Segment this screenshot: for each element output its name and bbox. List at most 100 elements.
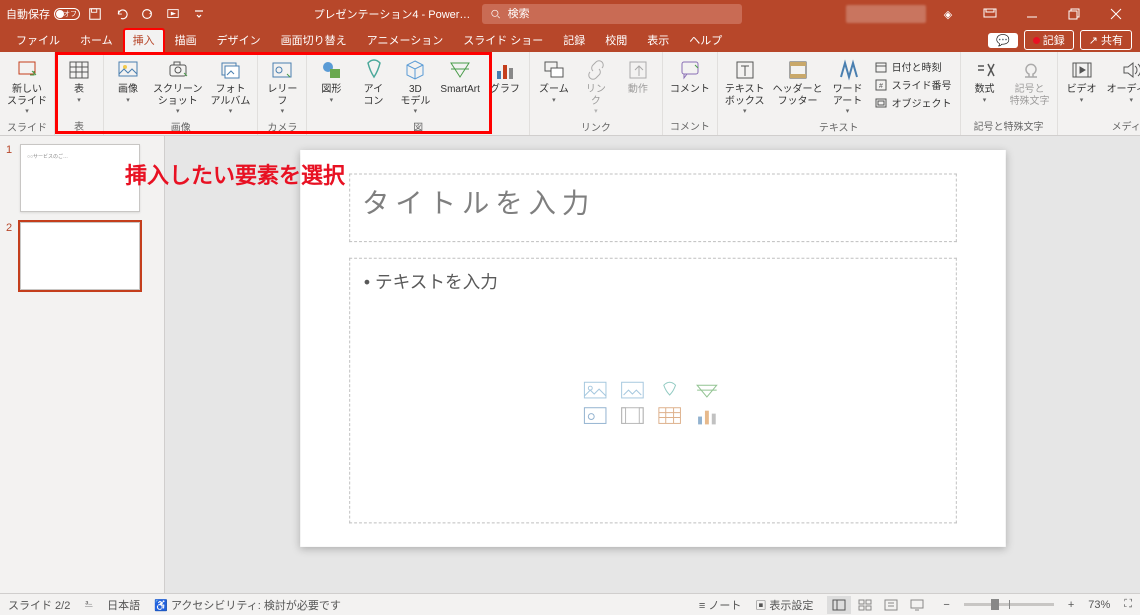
textbox-icon [733,58,757,82]
insert-video-icon[interactable] [620,407,644,427]
insert-table-icon[interactable] [657,407,681,427]
insert-stock-image-icon[interactable] [583,381,607,401]
chevron-down-icon: ▾ [126,96,130,104]
user-account[interactable] [846,5,926,23]
shapes-button[interactable]: 図形▾ [311,54,351,106]
slide-thumbnail-1[interactable]: ○○サービスのご… [20,144,140,212]
fit-to-window-icon[interactable]: ⛶ [1124,598,1132,611]
zoom-out-button[interactable]: − [943,599,949,611]
video-button[interactable]: ビデオ▾ [1062,54,1102,106]
insert-smartart-icon[interactable] [695,381,719,401]
share-button[interactable]: ↗ 共有 [1080,30,1132,50]
content-placeholder[interactable]: • テキストを入力 [349,258,957,524]
chevron-down-icon: ▾ [552,96,556,104]
smartart-button[interactable]: SmartArt [437,54,482,98]
ribbon-group-記号と特殊文字: 数式▾記号と 特殊文字記号と特殊文字 [961,52,1058,135]
tab-home[interactable]: ホーム [70,28,123,52]
search-icon [490,8,501,20]
language-indicator[interactable]: 日本語 [107,597,140,613]
zoom-button[interactable]: ズーム▾ [534,54,574,106]
header-footer-button[interactable]: ヘッダーと フッター [770,54,826,109]
button-label: ワード アート [833,84,863,107]
tab-draw[interactable]: 描画 [165,28,207,52]
slide-thumbnail-2[interactable] [20,222,140,290]
search-input[interactable] [508,8,735,20]
insert-chart-icon[interactable] [695,407,719,427]
audio-button[interactable]: オーディオ▾ [1104,54,1140,106]
placeholder-insert-icons [583,381,722,426]
screenshot-button[interactable]: スクリーン ショット▾ [150,54,206,117]
title-placeholder[interactable]: タイトルを入力 [349,174,957,243]
undo-icon[interactable] [110,3,132,25]
picture-button[interactable]: 画像▾ [108,54,148,106]
header-footer-icon [786,58,810,82]
tab-help[interactable]: ヘルプ [679,28,732,52]
tab-animations[interactable]: アニメーション [357,28,454,52]
reading-view-icon[interactable] [879,596,903,614]
slide-number-button[interactable]: #スライド番号 [870,76,956,93]
slide-counter[interactable]: スライド 2/2 [8,597,70,613]
wordart-button[interactable]: ワード アート▾ [828,54,868,117]
textbox-button[interactable]: テキスト ボックス▾ [722,54,768,117]
insert-icon-icon[interactable] [657,381,681,401]
zoom-in-button[interactable]: + [1068,599,1074,611]
icons-button[interactable]: アイ コン [353,54,393,109]
accessibility-checker[interactable]: ♿ アクセシビリティ: 検討が必要です [154,597,341,613]
repeat-icon[interactable] [136,3,158,25]
close-icon[interactable] [1096,0,1136,28]
ribbon-group-スライド: 新しい スライド▾スライド [0,52,55,135]
tab-design[interactable]: デザイン [207,28,271,52]
web-icon[interactable]: ◈ [928,0,968,28]
cameo-button[interactable]: レリー フ▾ [262,54,302,117]
autosave-toggle[interactable]: 自動保存 オフ [6,6,80,22]
zoom-level[interactable]: 73% [1088,599,1110,611]
chevron-down-icon: ▾ [176,107,180,115]
comment-button[interactable]: コメント [667,54,713,98]
comments-pane-button[interactable]: 💬 [988,33,1018,48]
group-label: 記号と特殊文字 [965,116,1053,135]
datetime-button[interactable]: 日付と時刻 [870,58,956,75]
tab-slideshow[interactable]: スライド ショー [453,28,553,52]
slide-sorter-icon[interactable] [853,596,877,614]
object-button[interactable]: オブジェクト [870,94,956,111]
notes-button[interactable]: ≡ ノート [699,597,741,613]
tab-review[interactable]: 校閲 [595,28,637,52]
restore-icon[interactable] [1054,0,1094,28]
record-button[interactable]: 記録 [1024,30,1074,50]
tab-file[interactable]: ファイル [6,28,70,52]
slide[interactable]: タイトルを入力 • テキストを入力 [300,150,1006,547]
photo-album-button[interactable]: フォト アルバム▾ [208,54,254,117]
object-icon [874,96,888,110]
insert-picture-icon[interactable] [620,381,644,401]
tab-record[interactable]: 記録 [553,28,595,52]
chart-button[interactable]: グラフ [485,54,525,98]
tab-transitions[interactable]: 画面切り替え [271,28,357,52]
ribbon-display-icon[interactable] [970,0,1010,28]
slide-canvas-area: タイトルを入力 • テキストを入力 [165,136,1140,593]
equation-button[interactable]: 数式▾ [965,54,1005,106]
save-icon[interactable] [84,3,106,25]
search-box[interactable] [482,4,742,24]
normal-view-icon[interactable] [827,596,851,614]
qat-more-icon[interactable] [188,3,210,25]
start-from-beginning-icon[interactable] [162,3,184,25]
3d-button[interactable]: 3D モデル▾ [395,54,435,117]
chart-icon [493,58,517,82]
zoom-slider[interactable] [964,603,1054,606]
ribbon-group-カメラ: レリー フ▾カメラ [258,52,307,135]
new-slide-button[interactable]: 新しい スライド▾ [4,54,50,117]
spellcheck-icon[interactable]: ⎁ [84,598,93,611]
ribbon-group-テキスト: テキスト ボックス▾ヘッダーと フッターワード アート▾日付と時刻#スライド番号… [718,52,961,135]
table-button[interactable]: 表▾ [59,54,99,106]
insert-cameo-icon[interactable] [583,407,607,427]
chevron-down-icon: ▾ [25,107,29,115]
display-settings-button[interactable]: ▣ 表示設定 [755,597,813,613]
minimize-icon[interactable] [1012,0,1052,28]
chevron-down-icon: ▾ [983,96,987,104]
title-bar: 自動保存 オフ プレゼンテーション4 - Power… ◈ [0,0,1140,28]
tab-view[interactable]: 表示 [637,28,679,52]
shapes-icon [319,58,343,82]
icons-icon [361,58,385,82]
tab-insert[interactable]: 挿入 [123,28,165,52]
slideshow-view-icon[interactable] [905,596,929,614]
